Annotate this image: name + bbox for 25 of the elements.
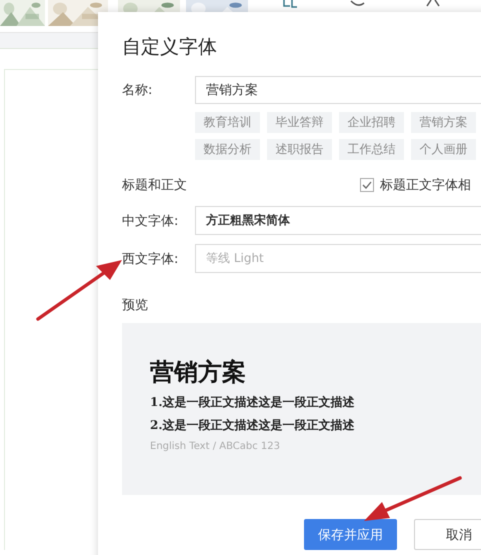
preview-english-text: English Text / ABCabc 123 <box>150 441 281 452</box>
dialog-title: 自定义字体 <box>122 35 218 60</box>
template-tag[interactable]: 教育培训 <box>195 112 260 133</box>
same-font-checkbox[interactable]: 标题正文字体相 <box>360 176 471 194</box>
font-dropdown[interactable]: 方正粗黑宋简体 <box>195 206 481 235</box>
template-tag[interactable]: 数据分析 <box>195 139 260 160</box>
checkmark-icon <box>362 181 372 189</box>
name-field[interactable]: 营销方案 <box>195 76 481 104</box>
section-title: 标题和正文 <box>122 177 188 194</box>
preview-heading: 营销方案 <box>150 356 247 388</box>
template-tag[interactable]: 毕业答辩 <box>267 112 332 133</box>
field-label: 西文字体: <box>122 250 180 268</box>
template-tag[interactable]: 企业招聘 <box>339 112 404 133</box>
template-tag[interactable]: 营销方案 <box>411 112 476 133</box>
shape-icon <box>282 0 298 9</box>
preview-text: 1.这是一段正文描述这是一段正文描述 <box>150 394 356 411</box>
field-label: 中文字体: <box>122 212 180 230</box>
template-tag[interactable]: 述职报告 <box>267 139 332 160</box>
template-tag[interactable]: 工作总结 <box>339 139 404 160</box>
field-label: 名称: <box>122 82 154 99</box>
template-tag[interactable]: 个人画册 <box>411 139 476 160</box>
section-title: 预览 <box>122 297 149 314</box>
cancel-button[interactable]: 取消 <box>414 519 481 550</box>
save-apply-button[interactable]: 保存并应用 <box>304 519 397 550</box>
preview-text: 2.这是一段正文描述这是一段正文描述 <box>150 417 356 434</box>
